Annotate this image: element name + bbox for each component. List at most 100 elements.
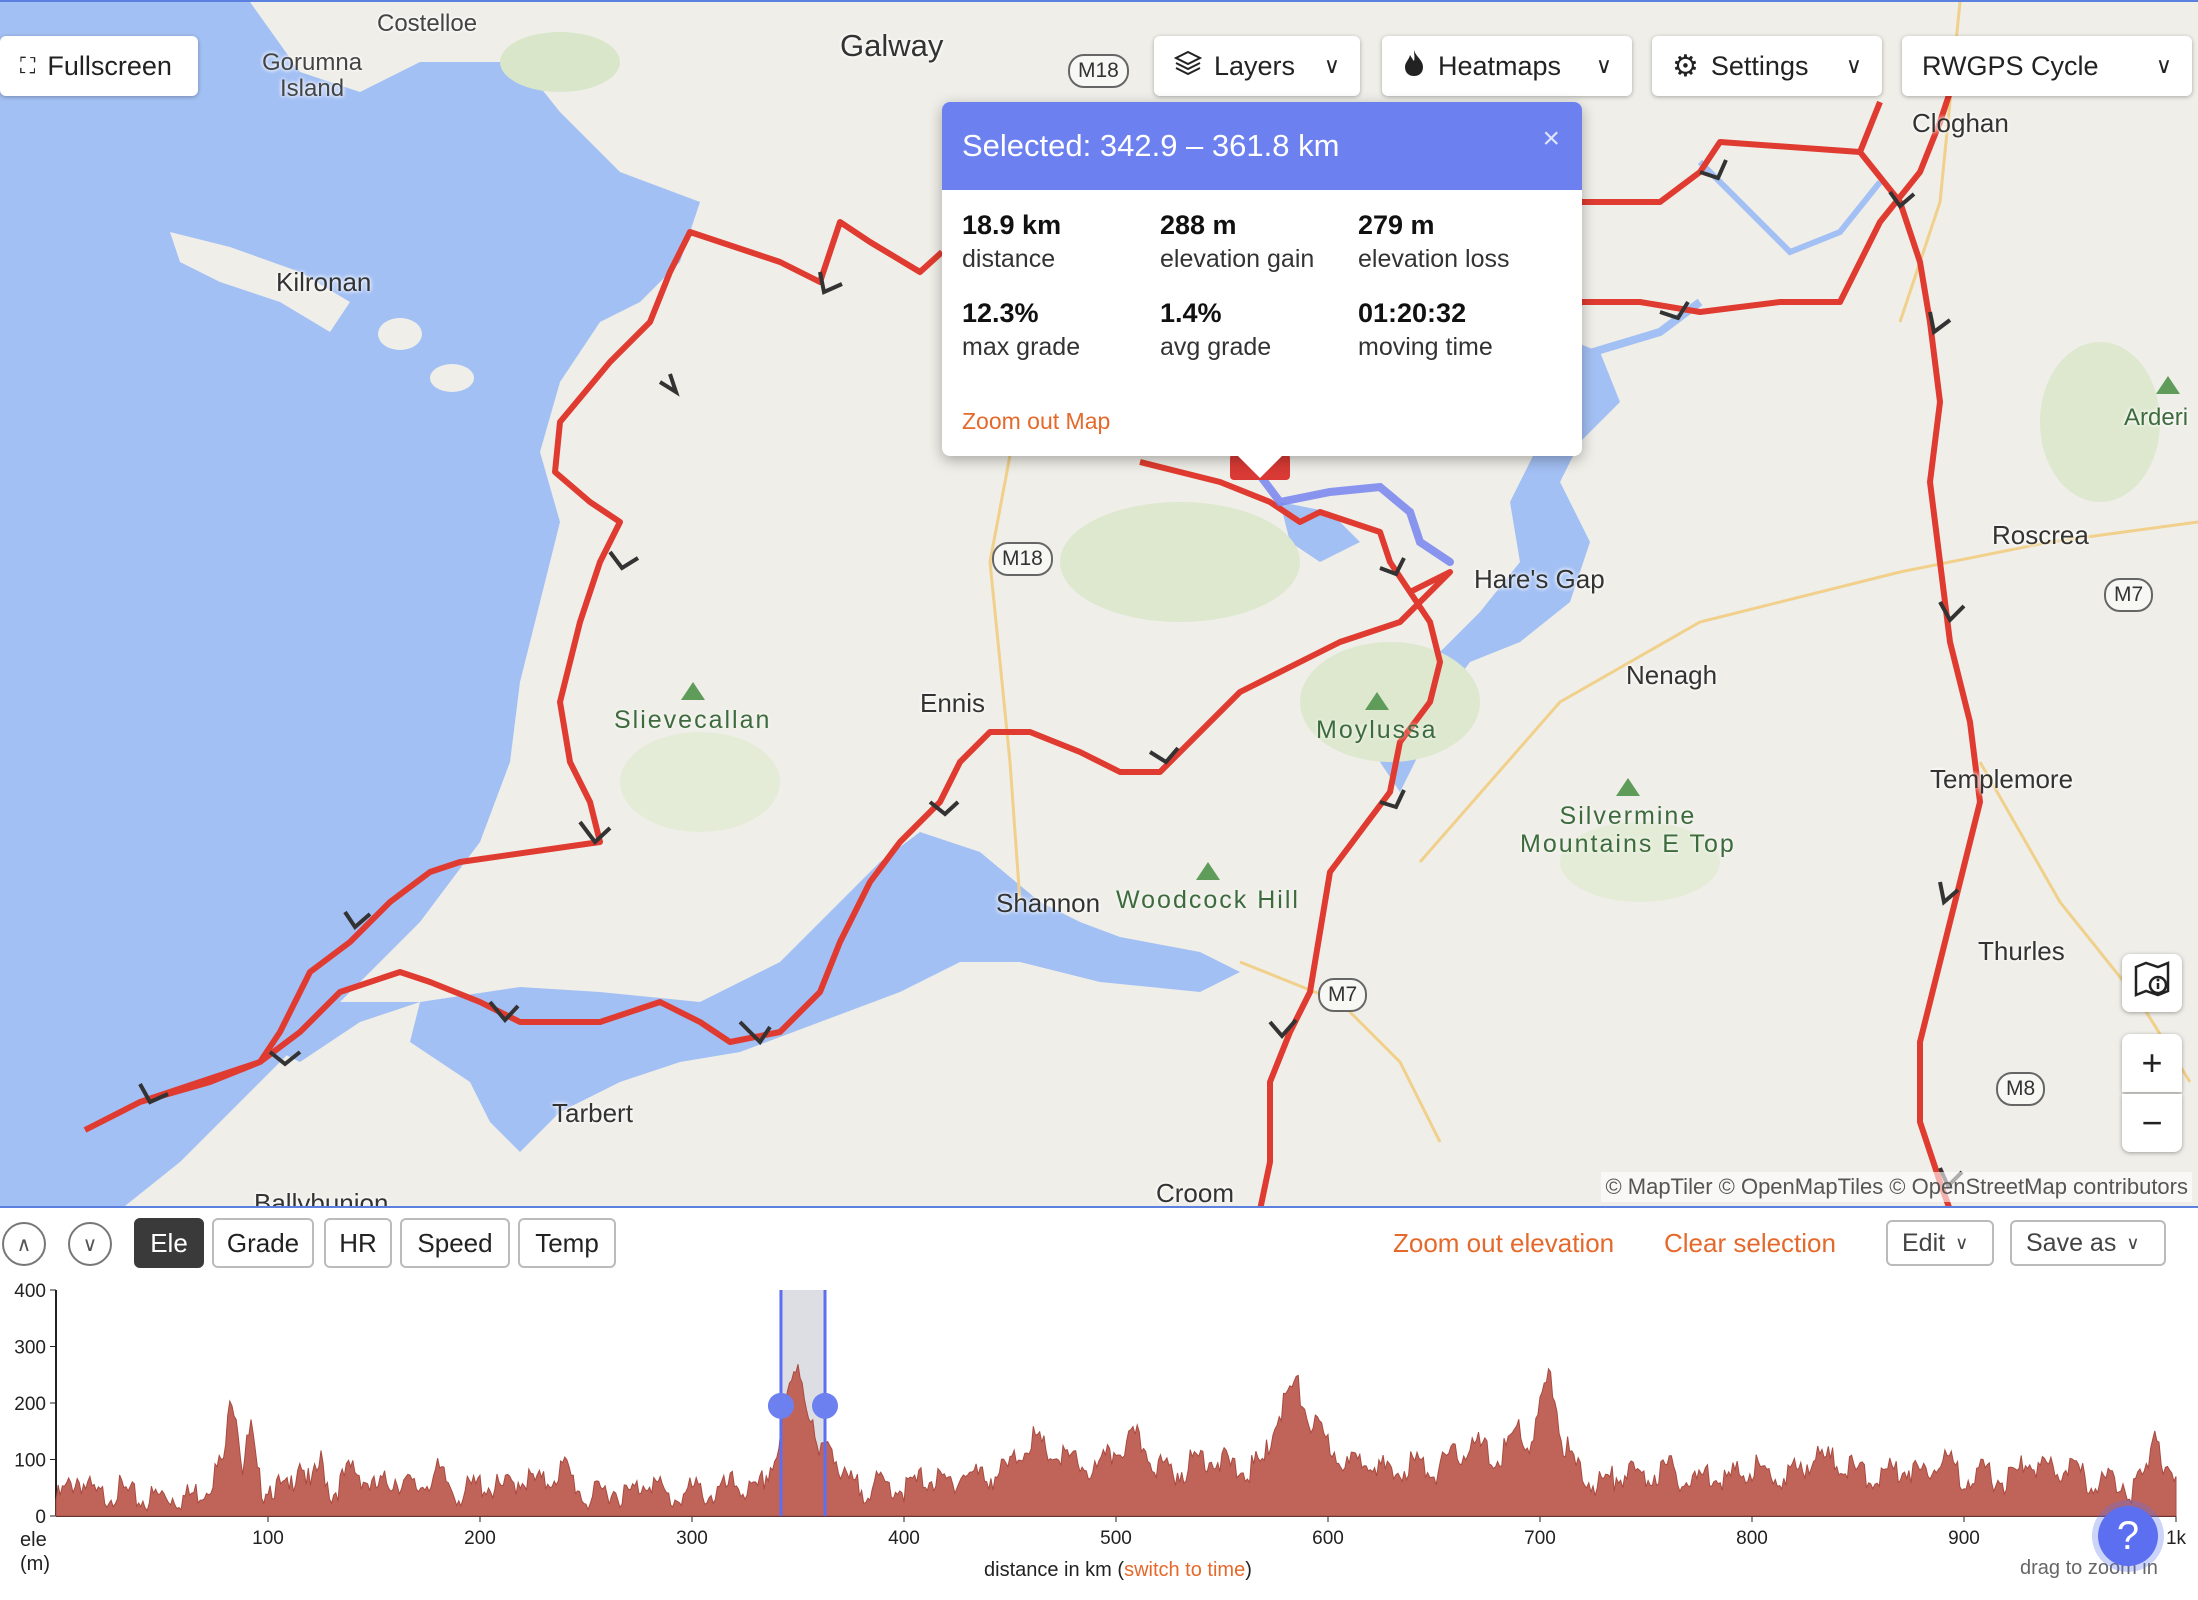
map-attribution[interactable]: © MapTiler © OpenMapTiles © OpenStreetMa… — [1601, 1172, 2192, 1202]
help-button[interactable]: ? — [2098, 1506, 2158, 1566]
peak-label: Woodcock Hill — [1116, 886, 1300, 914]
place-ballybunion: Ballybunion — [254, 1188, 389, 1208]
stat-value: 279 m — [1358, 210, 1435, 240]
x-tick-label: 300 — [676, 1528, 708, 1549]
place-costelloe: Costelloe — [377, 10, 478, 37]
x-tick-label: 400 — [888, 1528, 920, 1549]
y-axis-unit: (m) — [20, 1553, 50, 1575]
peak-slievecallan: Slievecallan — [614, 682, 771, 734]
place-galway: Galway — [840, 28, 944, 63]
minus-icon: − — [2141, 1102, 2163, 1143]
stat-value: 288 m — [1160, 210, 1237, 240]
road-shield-m8: M8 — [1996, 1072, 2046, 1106]
road-shield-m7: M7 — [2104, 578, 2154, 612]
heatmaps-label: Heatmaps — [1438, 50, 1562, 81]
tab-temp[interactable]: Temp — [518, 1218, 616, 1268]
place-croom: Croom — [1156, 1178, 1235, 1208]
x-axis: 100 200 300 400 500 600 700 800 900 1k — [56, 1515, 2187, 1549]
selection-handle-left[interactable] — [767, 1392, 794, 1419]
close-icon[interactable]: × — [1542, 122, 1560, 156]
stat-label: max grade — [962, 333, 1081, 361]
stat-avg-grade: 1.4% avg grade — [1160, 298, 1358, 362]
zoom-in-button[interactable]: + — [2122, 1034, 2182, 1092]
selection-handle-right[interactable] — [812, 1392, 839, 1419]
place-cloghan: Cloghan — [1912, 108, 2009, 138]
peak-label: Slievecallan — [614, 706, 772, 734]
map-style-dropdown[interactable]: RWGPS Cycle ∨ — [1902, 36, 2192, 96]
heatmaps-dropdown[interactable]: Heatmaps ∨ — [1382, 36, 1632, 96]
collapse-down-button[interactable]: ∨ — [68, 1222, 112, 1266]
x-tick-label: 800 — [1736, 1528, 1768, 1549]
layers-dropdown[interactable]: Layers ∨ — [1154, 36, 1360, 96]
stat-elevation-gain: 288 m elevation gain — [1160, 210, 1358, 274]
x-axis-label-text: distance in km ( — [984, 1559, 1124, 1581]
place-shannon: Shannon — [996, 888, 1101, 918]
place-nenagh: Nenagh — [1626, 660, 1718, 690]
y-tick-label: 400 — [14, 1281, 46, 1302]
tab-hr[interactable]: HR — [324, 1218, 392, 1268]
chevron-down-icon: ∨ — [2126, 1232, 2140, 1253]
map-info-icon — [2132, 959, 2172, 1008]
map-style-label: RWGPS Cycle — [1922, 50, 2099, 81]
y-tick-label: 0 — [35, 1507, 46, 1528]
place-tarbert: Tarbert — [552, 1098, 633, 1128]
settings-label: Settings — [1710, 50, 1809, 81]
zoom-out-elevation-link[interactable]: Zoom out elevation — [1393, 1228, 1614, 1259]
layers-icon — [1173, 49, 1203, 84]
peak-icon — [1364, 692, 1389, 710]
x-tick-label: 500 — [1100, 1528, 1132, 1549]
stat-value: 18.9 km — [962, 210, 1062, 240]
chevron-up-icon: ∧ — [16, 1233, 32, 1256]
clear-selection-link[interactable]: Clear selection — [1664, 1228, 1836, 1259]
chevron-down-icon: ∨ — [2155, 53, 2172, 78]
y-axis: 0 100 200 300 400 — [14, 1281, 57, 1528]
y-tick-label: 200 — [14, 1394, 46, 1415]
stat-distance: 18.9 km distance — [962, 210, 1160, 274]
chevron-down-icon: ∨ — [1845, 53, 1862, 78]
zoom-out-map-link[interactable]: Zoom out Map — [962, 408, 1110, 435]
popup-title: Selected: 342.9 – 361.8 km — [962, 128, 1340, 163]
peak-icon — [2156, 376, 2180, 394]
place-arderin: Arderi — [2124, 404, 2189, 431]
x-axis-label-close: ) — [1245, 1559, 1252, 1581]
stat-value: 12.3% — [962, 298, 1039, 328]
place-kilronan: Kilronan — [276, 267, 372, 297]
road-shield-m7: M7 — [1318, 978, 1368, 1012]
collapse-up-button[interactable]: ∧ — [2, 1222, 46, 1266]
stat-label: moving time — [1358, 333, 1493, 361]
fullscreen-button[interactable]: ⛶ Fullscreen — [0, 36, 198, 96]
tab-ele[interactable]: Ele — [134, 1218, 204, 1268]
plus-icon: + — [2141, 1042, 2163, 1083]
peak-moylussa: Moylussa — [1316, 692, 1438, 744]
stat-label: avg grade — [1160, 333, 1272, 361]
stat-value: 01:20:32 — [1358, 298, 1467, 328]
zoom-out-button[interactable]: − — [2122, 1094, 2182, 1152]
place-templemore: Templemore — [1930, 764, 2074, 794]
place-gorumna-line2: Island — [280, 75, 345, 102]
stat-label: distance — [962, 245, 1056, 273]
place-roscrea: Roscrea — [1992, 520, 2089, 550]
road-shield-m18: M18 — [1068, 54, 1129, 88]
stat-moving-time: 01:20:32 moving time — [1358, 298, 1556, 362]
x-tick-label: 700 — [1524, 1528, 1556, 1549]
fullscreen-icon: ⛶ — [20, 53, 36, 78]
map-info-button[interactable] — [2122, 954, 2182, 1012]
peak-label: Silvermine — [1559, 802, 1697, 830]
peak-label: Moylussa — [1316, 716, 1438, 744]
tab-grade[interactable]: Grade — [212, 1218, 314, 1268]
switch-to-time-link[interactable]: switch to time — [1124, 1559, 1245, 1581]
map-view[interactable]: Costelloe Gorumna Island Galway Kilronan… — [0, 0, 2198, 1208]
stat-label: elevation gain — [1160, 245, 1315, 273]
y-tick-label: 300 — [14, 1338, 46, 1359]
save-as-label: Save as — [2026, 1228, 2117, 1257]
tab-speed[interactable]: Speed — [400, 1218, 510, 1268]
peak-woodcock-hill: Woodcock Hill — [1116, 862, 1300, 914]
save-as-dropdown[interactable]: Save as ∨ — [2010, 1220, 2166, 1266]
help-icon: ? — [2116, 1513, 2140, 1558]
settings-dropdown[interactable]: ⚙ Settings ∨ — [1652, 36, 1882, 96]
x-tick-label: 900 — [1948, 1528, 1980, 1549]
edit-dropdown[interactable]: Edit ∨ — [1886, 1220, 1994, 1266]
elevation-chart[interactable]: 0 100 200 300 400 100 200 300 400 500 600 700 800 90… — [0, 1280, 2198, 1600]
x-tick-label: 200 — [464, 1528, 496, 1549]
x-tick-label: 100 — [252, 1528, 284, 1549]
